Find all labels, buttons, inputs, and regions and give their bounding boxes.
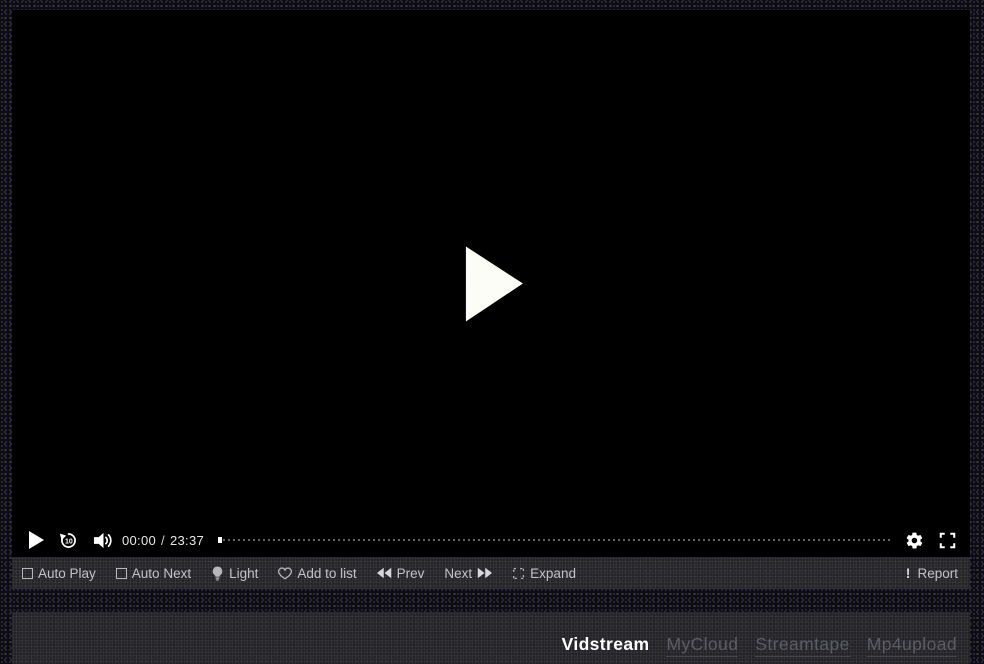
volume-button[interactable]: [93, 531, 114, 550]
server-selection-panel: Vidstream MyCloud Streamtape Mp4upload: [12, 612, 970, 664]
rewind-10-icon: 10: [58, 530, 79, 551]
light-toggle[interactable]: Light: [211, 566, 258, 581]
play-button[interactable]: [28, 531, 44, 549]
settings-button[interactable]: [905, 531, 924, 550]
expand-icon: [512, 567, 525, 580]
report-label: Report: [917, 566, 958, 581]
auto-play-label: Auto Play: [38, 566, 96, 581]
light-label: Light: [229, 566, 258, 581]
time-separator: /: [161, 533, 165, 548]
gear-icon: [905, 531, 924, 550]
exclamation-icon: !: [906, 565, 911, 581]
add-to-list-button[interactable]: Add to list: [278, 566, 356, 581]
time-display: 00:00 / 23:37: [122, 533, 204, 548]
auto-play-checkbox-icon[interactable]: [22, 568, 33, 579]
report-button[interactable]: ! Report: [906, 565, 958, 581]
add-to-list-label: Add to list: [297, 566, 356, 581]
auto-next-checkbox-icon[interactable]: [116, 568, 127, 579]
current-time: 00:00: [122, 533, 156, 548]
next-label: Next: [444, 566, 472, 581]
big-play-button[interactable]: [466, 246, 523, 321]
expand-button[interactable]: Expand: [512, 566, 576, 581]
prev-icon: [377, 567, 392, 579]
auto-next-toggle[interactable]: Auto Next: [116, 566, 191, 581]
duration: 23:37: [170, 533, 204, 548]
player-toolbar: Auto Play Auto Next Light Add to list Pr…: [12, 557, 970, 589]
progress-track: [218, 539, 891, 541]
fullscreen-button[interactable]: [938, 531, 957, 550]
svg-text:10: 10: [65, 538, 73, 545]
lightbulb-icon: [211, 566, 224, 581]
server-streamtape[interactable]: Streamtape: [755, 634, 849, 657]
progress-playhead[interactable]: [218, 537, 222, 543]
fullscreen-icon: [938, 531, 957, 550]
next-episode-button[interactable]: Next: [444, 566, 492, 581]
heart-icon: [278, 567, 292, 580]
server-vidstream[interactable]: Vidstream: [562, 634, 650, 656]
server-mycloud[interactable]: MyCloud: [666, 634, 738, 657]
progress-bar[interactable]: [218, 537, 891, 543]
prev-label: Prev: [397, 566, 425, 581]
server-mp4upload[interactable]: Mp4upload: [867, 634, 957, 657]
rewind-10-button[interactable]: 10: [58, 530, 79, 551]
video-player[interactable]: 10 00:00 / 23:37: [12, 10, 970, 557]
prev-episode-button[interactable]: Prev: [377, 566, 425, 581]
auto-next-label: Auto Next: [132, 566, 191, 581]
player-control-bar: 10 00:00 / 23:37: [12, 525, 970, 557]
volume-icon: [93, 531, 114, 550]
next-icon: [477, 567, 492, 579]
play-icon: [29, 531, 44, 549]
auto-play-toggle[interactable]: Auto Play: [22, 566, 96, 581]
expand-label: Expand: [530, 566, 576, 581]
